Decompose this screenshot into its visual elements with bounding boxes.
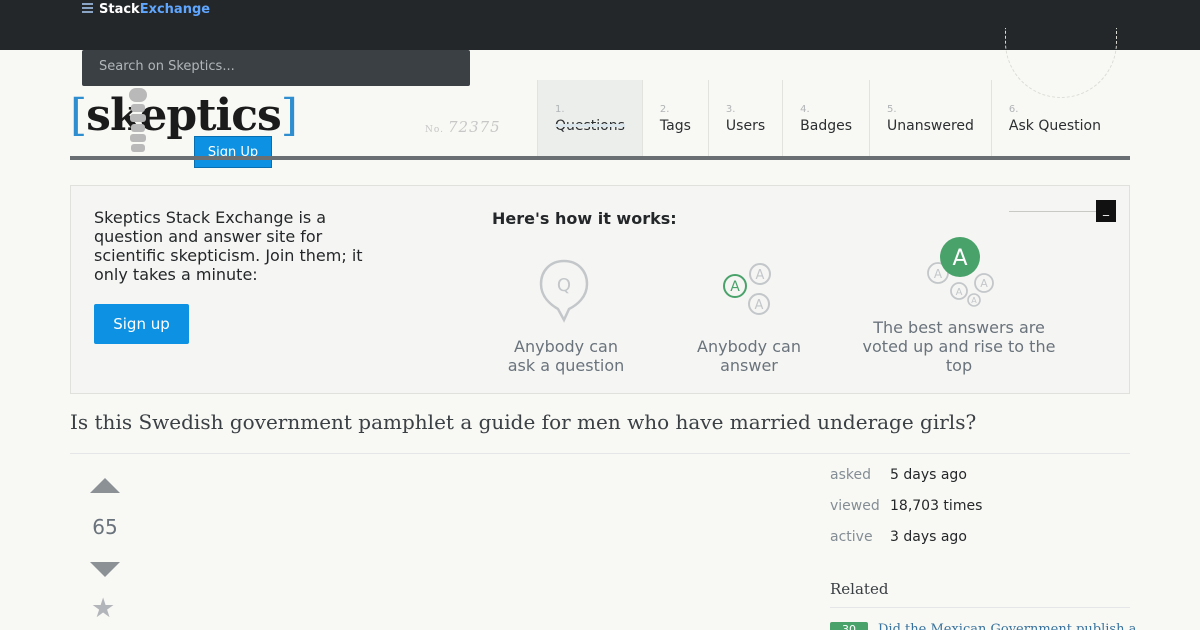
step-best-answers: The best answers are voted up and rise t…: [862, 318, 1056, 375]
nav-number: 4.: [800, 104, 810, 115]
nav-number: 1.: [555, 104, 565, 115]
welcome-signup-button[interactable]: Sign up: [94, 304, 189, 344]
logo-bracket-open: [: [70, 90, 87, 141]
question-title[interactable]: Is this Swedish government pamphlet a gu…: [70, 410, 976, 434]
related-divider: [830, 607, 1130, 608]
logo-text: skeptics: [86, 90, 282, 141]
search-input[interactable]: Search on Skeptics...: [82, 50, 470, 86]
svg-text:A: A: [956, 287, 963, 298]
nav-label: Unanswered: [887, 118, 974, 134]
downvote-button[interactable]: [90, 562, 120, 577]
site-logo[interactable]: [skeptics]: [70, 90, 298, 141]
decorative-line: [1009, 211, 1099, 212]
stackexchange-icon: [82, 2, 93, 16]
how-it-works-heading: Here's how it works:: [492, 209, 677, 228]
brand-exchange: Exchange: [139, 1, 211, 17]
svg-text:A: A: [934, 267, 943, 281]
welcome-text: Skeptics Stack Exchange is a question an…: [94, 208, 363, 284]
related-heading: Related: [830, 580, 889, 598]
nav-label: Users: [725, 118, 766, 134]
decorative-stamp: No. 72375: [425, 118, 501, 136]
nav-badges[interactable]: 4. Badges: [782, 80, 869, 156]
nav-tags[interactable]: 2. Tags: [641, 80, 708, 156]
answer-bubbles-icon: A A A: [723, 263, 771, 315]
svg-text:A: A: [971, 296, 977, 305]
brand-stack: Stack: [99, 1, 140, 17]
nav-number: 3.: [725, 104, 736, 115]
nav-number: 2.: [659, 104, 670, 115]
favorite-star-icon[interactable]: ★: [91, 594, 115, 624]
close-panel-button[interactable]: _: [1096, 200, 1116, 222]
header-divider: [70, 156, 1130, 160]
nav-label: Badges: [800, 118, 853, 134]
nav-label: Ask Question: [1008, 118, 1101, 134]
nav-number: 5.: [887, 104, 897, 115]
logo-bracket-close: ]: [280, 90, 298, 141]
step-ask: Anybody can ask a question: [507, 337, 625, 375]
nav-number: 6.: [1008, 104, 1019, 115]
meta-key: asked: [830, 467, 871, 483]
nav-users[interactable]: 3. Users: [707, 80, 782, 156]
vote-count: 65: [92, 515, 118, 539]
related-score-badge: 30: [830, 622, 868, 630]
meta-key: viewed: [830, 498, 880, 514]
meta-value: 18,703 times: [890, 498, 983, 514]
step-answer: Anybody can answer: [697, 337, 801, 375]
nav-questions[interactable]: 1. Questions: [537, 80, 642, 156]
meta-value: 5 days ago: [890, 467, 967, 483]
nav-ask-question[interactable]: 6. Ask Question: [990, 80, 1118, 156]
meta-viewed: viewed 18,703 times: [830, 498, 982, 514]
meta-active: active 3 days ago: [830, 529, 967, 545]
svg-text:A: A: [755, 298, 764, 313]
svg-text:A: A: [756, 268, 765, 283]
welcome-panel: Skeptics Stack Exchange is a question an…: [70, 185, 1130, 394]
question-divider: [70, 453, 1130, 454]
active-indicator: [555, 124, 625, 127]
svg-text:A: A: [952, 246, 967, 271]
nav-unanswered[interactable]: 5. Unanswered: [869, 80, 991, 156]
best-answer-icon: A A A A A: [927, 237, 994, 307]
stackexchange-logo[interactable]: StackExchange: [82, 1, 210, 17]
svg-text:A: A: [730, 279, 740, 295]
upvote-button[interactable]: [90, 478, 120, 493]
meta-value[interactable]: 3 days ago: [890, 529, 967, 545]
svg-text:A: A: [980, 277, 988, 290]
top-bar: StackExchange: [0, 0, 1200, 98]
main-nav: 1. Questions 2. Tags 3. Users 4. Badges …: [537, 80, 1118, 156]
related-item[interactable]: 30 Did the Mexican Government publish a: [830, 622, 1136, 630]
signup-button[interactable]: Sign Up: [194, 136, 272, 168]
question-bubble-icon: Q: [539, 259, 589, 323]
skull-mascot-icon: [128, 88, 148, 156]
related-link[interactable]: Did the Mexican Government publish a: [878, 622, 1136, 630]
meta-asked: asked 5 days ago: [830, 467, 967, 483]
nav-label: Tags: [659, 118, 691, 134]
meta-key: active: [830, 529, 873, 545]
question-letter: Q: [557, 275, 571, 296]
